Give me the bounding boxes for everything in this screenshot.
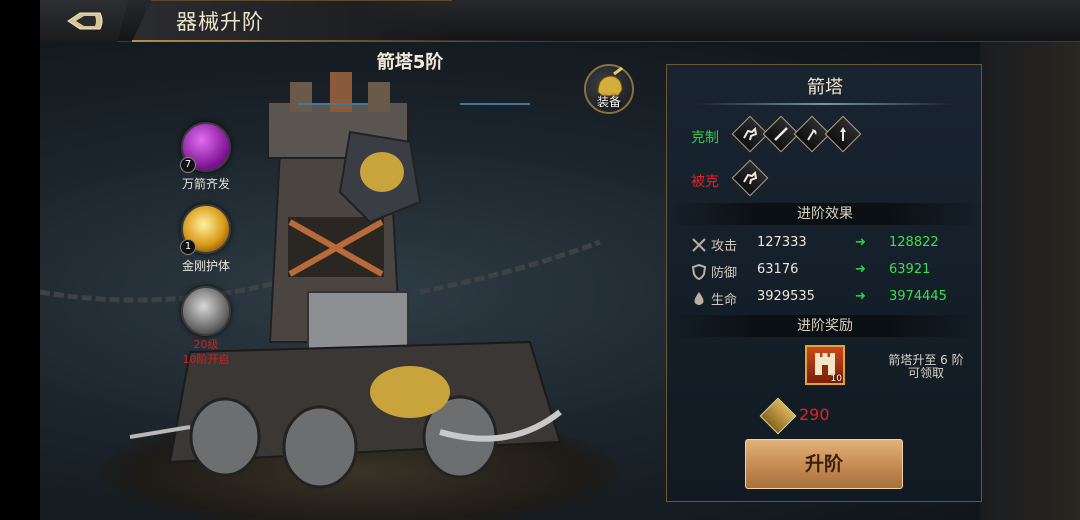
- drop-icon: [694, 292, 704, 305]
- stat-current: 63176: [757, 262, 799, 277]
- skill-name: 金刚护体: [181, 259, 230, 273]
- stat-current: 3929535: [757, 289, 815, 304]
- title-ornament-left: [298, 103, 368, 111]
- wanjian-skill-icon: 7: [180, 122, 231, 173]
- counters-label: 克制: [691, 130, 719, 146]
- skill-level-badge: 7: [180, 157, 196, 173]
- stat-row-attack: 攻击 127333 ➜ 128822: [691, 235, 971, 255]
- reward-desc-line2: 可领取: [907, 366, 944, 380]
- advance-effect-header: 进阶效果: [667, 203, 983, 225]
- arrow-tower-illustration: [40, 72, 601, 489]
- skill-locked[interactable]: 20级 10阶开启: [178, 286, 234, 366]
- stat-row-defense: 防御 63176 ➜ 63921: [691, 262, 971, 282]
- reward-count: 10: [830, 374, 842, 384]
- arrow-right-icon: ➜: [855, 262, 866, 277]
- skill-unlock-level: 20级: [193, 338, 219, 351]
- spear-icon[interactable]: [824, 115, 862, 153]
- reward-item[interactable]: 10: [805, 345, 845, 385]
- jingang-skill-icon: 1: [180, 204, 231, 255]
- cavalry-icon[interactable]: [731, 159, 769, 197]
- skill-unlock-rank: 10阶开启: [182, 353, 230, 366]
- header: 器械升阶: [40, 0, 1080, 42]
- reward-description: 箭塔升至 6 阶 可领取: [881, 354, 971, 380]
- skill-wanjian[interactable]: 7 万箭齐发: [178, 122, 234, 192]
- shield-icon: [691, 264, 707, 280]
- panel-title-divider: [697, 103, 953, 105]
- stat-next: 128822: [889, 235, 939, 250]
- arrow-right-icon: ➜: [855, 289, 866, 304]
- cost-value: 290: [799, 405, 830, 424]
- background-texture: [980, 42, 1080, 520]
- upgrade-button[interactable]: 升阶: [745, 439, 903, 489]
- stat-next: 63921: [889, 262, 931, 277]
- stat-name: 防御: [711, 266, 738, 281]
- skill-name: 万箭齐发: [181, 177, 230, 191]
- locked-skill-icon: [181, 286, 231, 336]
- title-ornament-right: [460, 103, 530, 111]
- equip-label: 装备: [596, 95, 621, 109]
- page-title: 器械升阶: [176, 10, 264, 34]
- back-button[interactable]: [40, 0, 128, 42]
- stat-row-hp: 生命 3929535 ➜ 3974445: [691, 289, 971, 309]
- stat-name: 生命: [711, 293, 738, 308]
- stat-current: 127333: [757, 235, 807, 250]
- panel-title: 箭塔: [807, 77, 843, 98]
- equip-button[interactable]: 装备: [584, 64, 634, 114]
- tower-info-panel: 箭塔 克制 被克 进阶效果 攻击 127333 ➜ 128822 防御 6317…: [666, 64, 983, 502]
- skill-jingang[interactable]: 1 金刚护体: [178, 204, 234, 274]
- arrow-right-icon: ➜: [855, 235, 866, 250]
- stat-name: 攻击: [711, 239, 738, 254]
- crossed-swords-icon: [692, 238, 706, 252]
- skill-level-badge: 1: [180, 239, 196, 255]
- back-arrow-icon: [67, 12, 103, 30]
- stat-next: 3974445: [889, 289, 947, 304]
- advance-reward-header: 进阶奖励: [667, 315, 983, 337]
- countered-by-label: 被克: [691, 174, 719, 190]
- tower-level-title: 箭塔5阶: [376, 52, 444, 73]
- material-cost-icon: [759, 397, 797, 435]
